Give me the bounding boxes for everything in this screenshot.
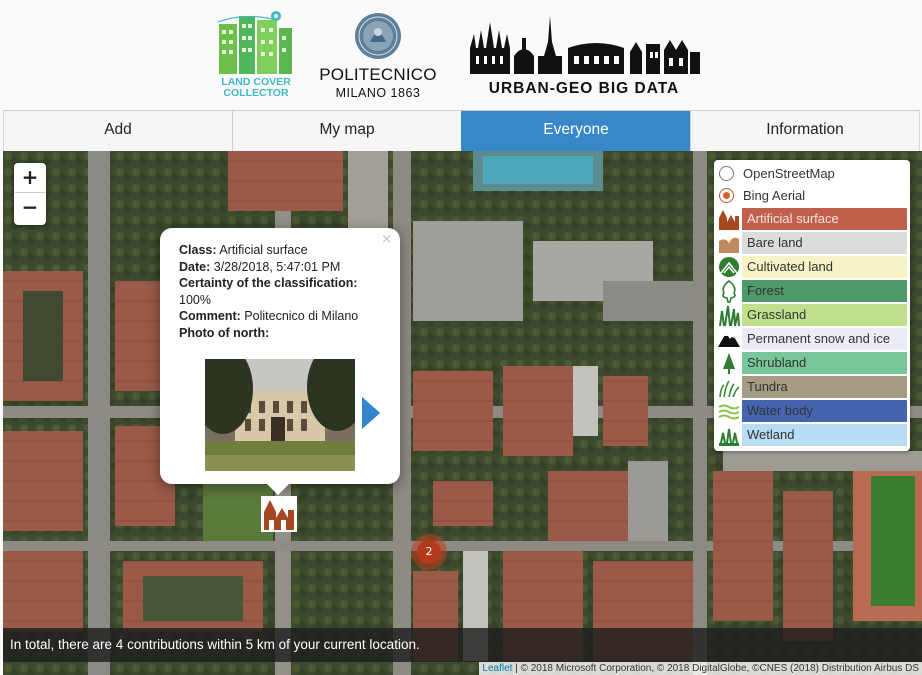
urban-geo-big-data-logo: URBAN-GEO BIG DATA (466, 12, 702, 102)
zoom-out-button[interactable]: − (15, 193, 45, 223)
politecnico-name: POLITECNICO (319, 65, 437, 84)
class-label-wetland: Wetland (742, 424, 907, 446)
class-label-cultivated-land: Cultivated land (742, 256, 907, 278)
north-photo[interactable] (205, 359, 355, 471)
attribution-text: | © 2018 Microsoft Corporation, © 2018 D… (512, 663, 919, 674)
contribution-count-bar: In total, there are 4 contributions with… (3, 628, 922, 662)
class-row-grassland[interactable]: Grassland (717, 303, 907, 327)
certainty-value: 100% (179, 292, 211, 307)
class-label-forest: Forest (742, 280, 907, 302)
bare-land-icon (719, 237, 739, 253)
leaflet-link[interactable]: Leaflet (482, 663, 512, 674)
class-label-bare-land: Bare land (742, 232, 907, 254)
class-row-water-body[interactable]: Water body (717, 399, 907, 423)
popup-content: Class: Artificial surface Date: 3/28/201… (179, 242, 379, 341)
politecnico-logo: POLITECNICO MILANO 1863 (310, 10, 446, 102)
radio-bing-aerial[interactable] (719, 187, 734, 203)
base-layer-bing-aerial[interactable]: Bing Aerial (719, 185, 805, 205)
photo-label: Photo of north: (179, 325, 270, 340)
marker-cluster[interactable]: 2 (411, 534, 447, 570)
layer-control: OpenStreetMap Bing Aerial Artificial sur… (714, 160, 910, 451)
class-label-shrubland: Shrubland (742, 352, 907, 374)
certainty-label: Certainty of the classification: (179, 276, 358, 290)
zoom-control: + − (14, 163, 46, 225)
artificial-surface-icon (719, 210, 739, 230)
zoom-in-button[interactable]: + (15, 163, 45, 193)
tab-add[interactable]: Add (3, 111, 232, 151)
date-label: Date: (179, 259, 211, 274)
class-row-tundra[interactable]: Tundra (717, 375, 907, 399)
class-label: Class: (179, 243, 217, 257)
map-attribution: Leaflet | © 2018 Microsoft Corporation, … (479, 662, 922, 675)
land-cover-collector-logo: LAND COVER COLLECTOR (216, 10, 296, 102)
class-row-shrubland[interactable]: Shrubland (717, 351, 907, 375)
politecnico-sub: MILANO 1863 (335, 86, 421, 100)
class-row-permanent-snow-and-ice[interactable]: Permanent snow and ice (717, 327, 907, 351)
class-label-permanent-snow-and-ice: Permanent snow and ice (742, 328, 907, 350)
base-layer-label: Bing Aerial (743, 187, 806, 203)
shrubland-icon (723, 353, 735, 374)
class-row-cultivated-land[interactable]: Cultivated land (717, 255, 907, 279)
class-label-tundra: Tundra (742, 376, 907, 398)
chevron-right-icon[interactable] (360, 395, 382, 431)
class-label-water-body: Water body (742, 400, 907, 422)
class-row-bare-land[interactable]: Bare land (717, 231, 907, 255)
contribution-popup: × Class: Artificial surface Date: 3/28/2… (160, 228, 400, 484)
ugbd-logo-text: URBAN-GEO BIG DATA (488, 80, 680, 97)
tab-everyone[interactable]: Everyone (461, 111, 690, 151)
comment-value: Politecnico di Milano (244, 309, 359, 323)
popup-close-button[interactable]: × (381, 232, 392, 247)
date-value: 3/28/2018, 5:47:01 PM (213, 259, 341, 274)
tundra-icon (719, 380, 740, 398)
tab-my-map[interactable]: My map (232, 111, 461, 151)
class-value: Artificial surface (219, 243, 308, 257)
cluster-count: 2 (417, 540, 441, 564)
tab-information[interactable]: Information (690, 111, 920, 151)
class-label-grassland: Grassland (742, 304, 907, 326)
base-layer-openstreetmap[interactable]: OpenStreetMap (719, 163, 835, 183)
snow-ice-icon (718, 333, 740, 347)
map-view[interactable]: + − × Class: Artificial surface Date: 3/… (3, 151, 922, 675)
lcc-logo-line2: COLLECTOR (223, 87, 289, 99)
class-row-wetland[interactable]: Wetland (717, 423, 907, 447)
forest-icon (722, 279, 736, 303)
main-tabs: Add My map Everyone Information (3, 110, 920, 151)
radio-openstreetmap[interactable] (719, 165, 734, 181)
wetland-icon (719, 428, 739, 446)
class-row-forest[interactable]: Forest (717, 279, 907, 303)
artificial-surface-marker[interactable] (261, 496, 297, 532)
cultivated-land-icon (719, 257, 739, 277)
popup-tip (266, 483, 290, 495)
class-row-artificial-surface[interactable]: Artificial surface (717, 207, 907, 231)
class-label-artificial-surface: Artificial surface (742, 208, 907, 230)
app-header: LAND COVER COLLECTOR POLITECNICO MILANO … (0, 0, 922, 110)
comment-label: Comment: (179, 309, 241, 323)
base-layer-label: OpenStreetMap (743, 165, 835, 181)
artificial-surface-icon (264, 500, 294, 530)
water-body-icon (718, 404, 740, 420)
grassland-icon (719, 305, 740, 327)
